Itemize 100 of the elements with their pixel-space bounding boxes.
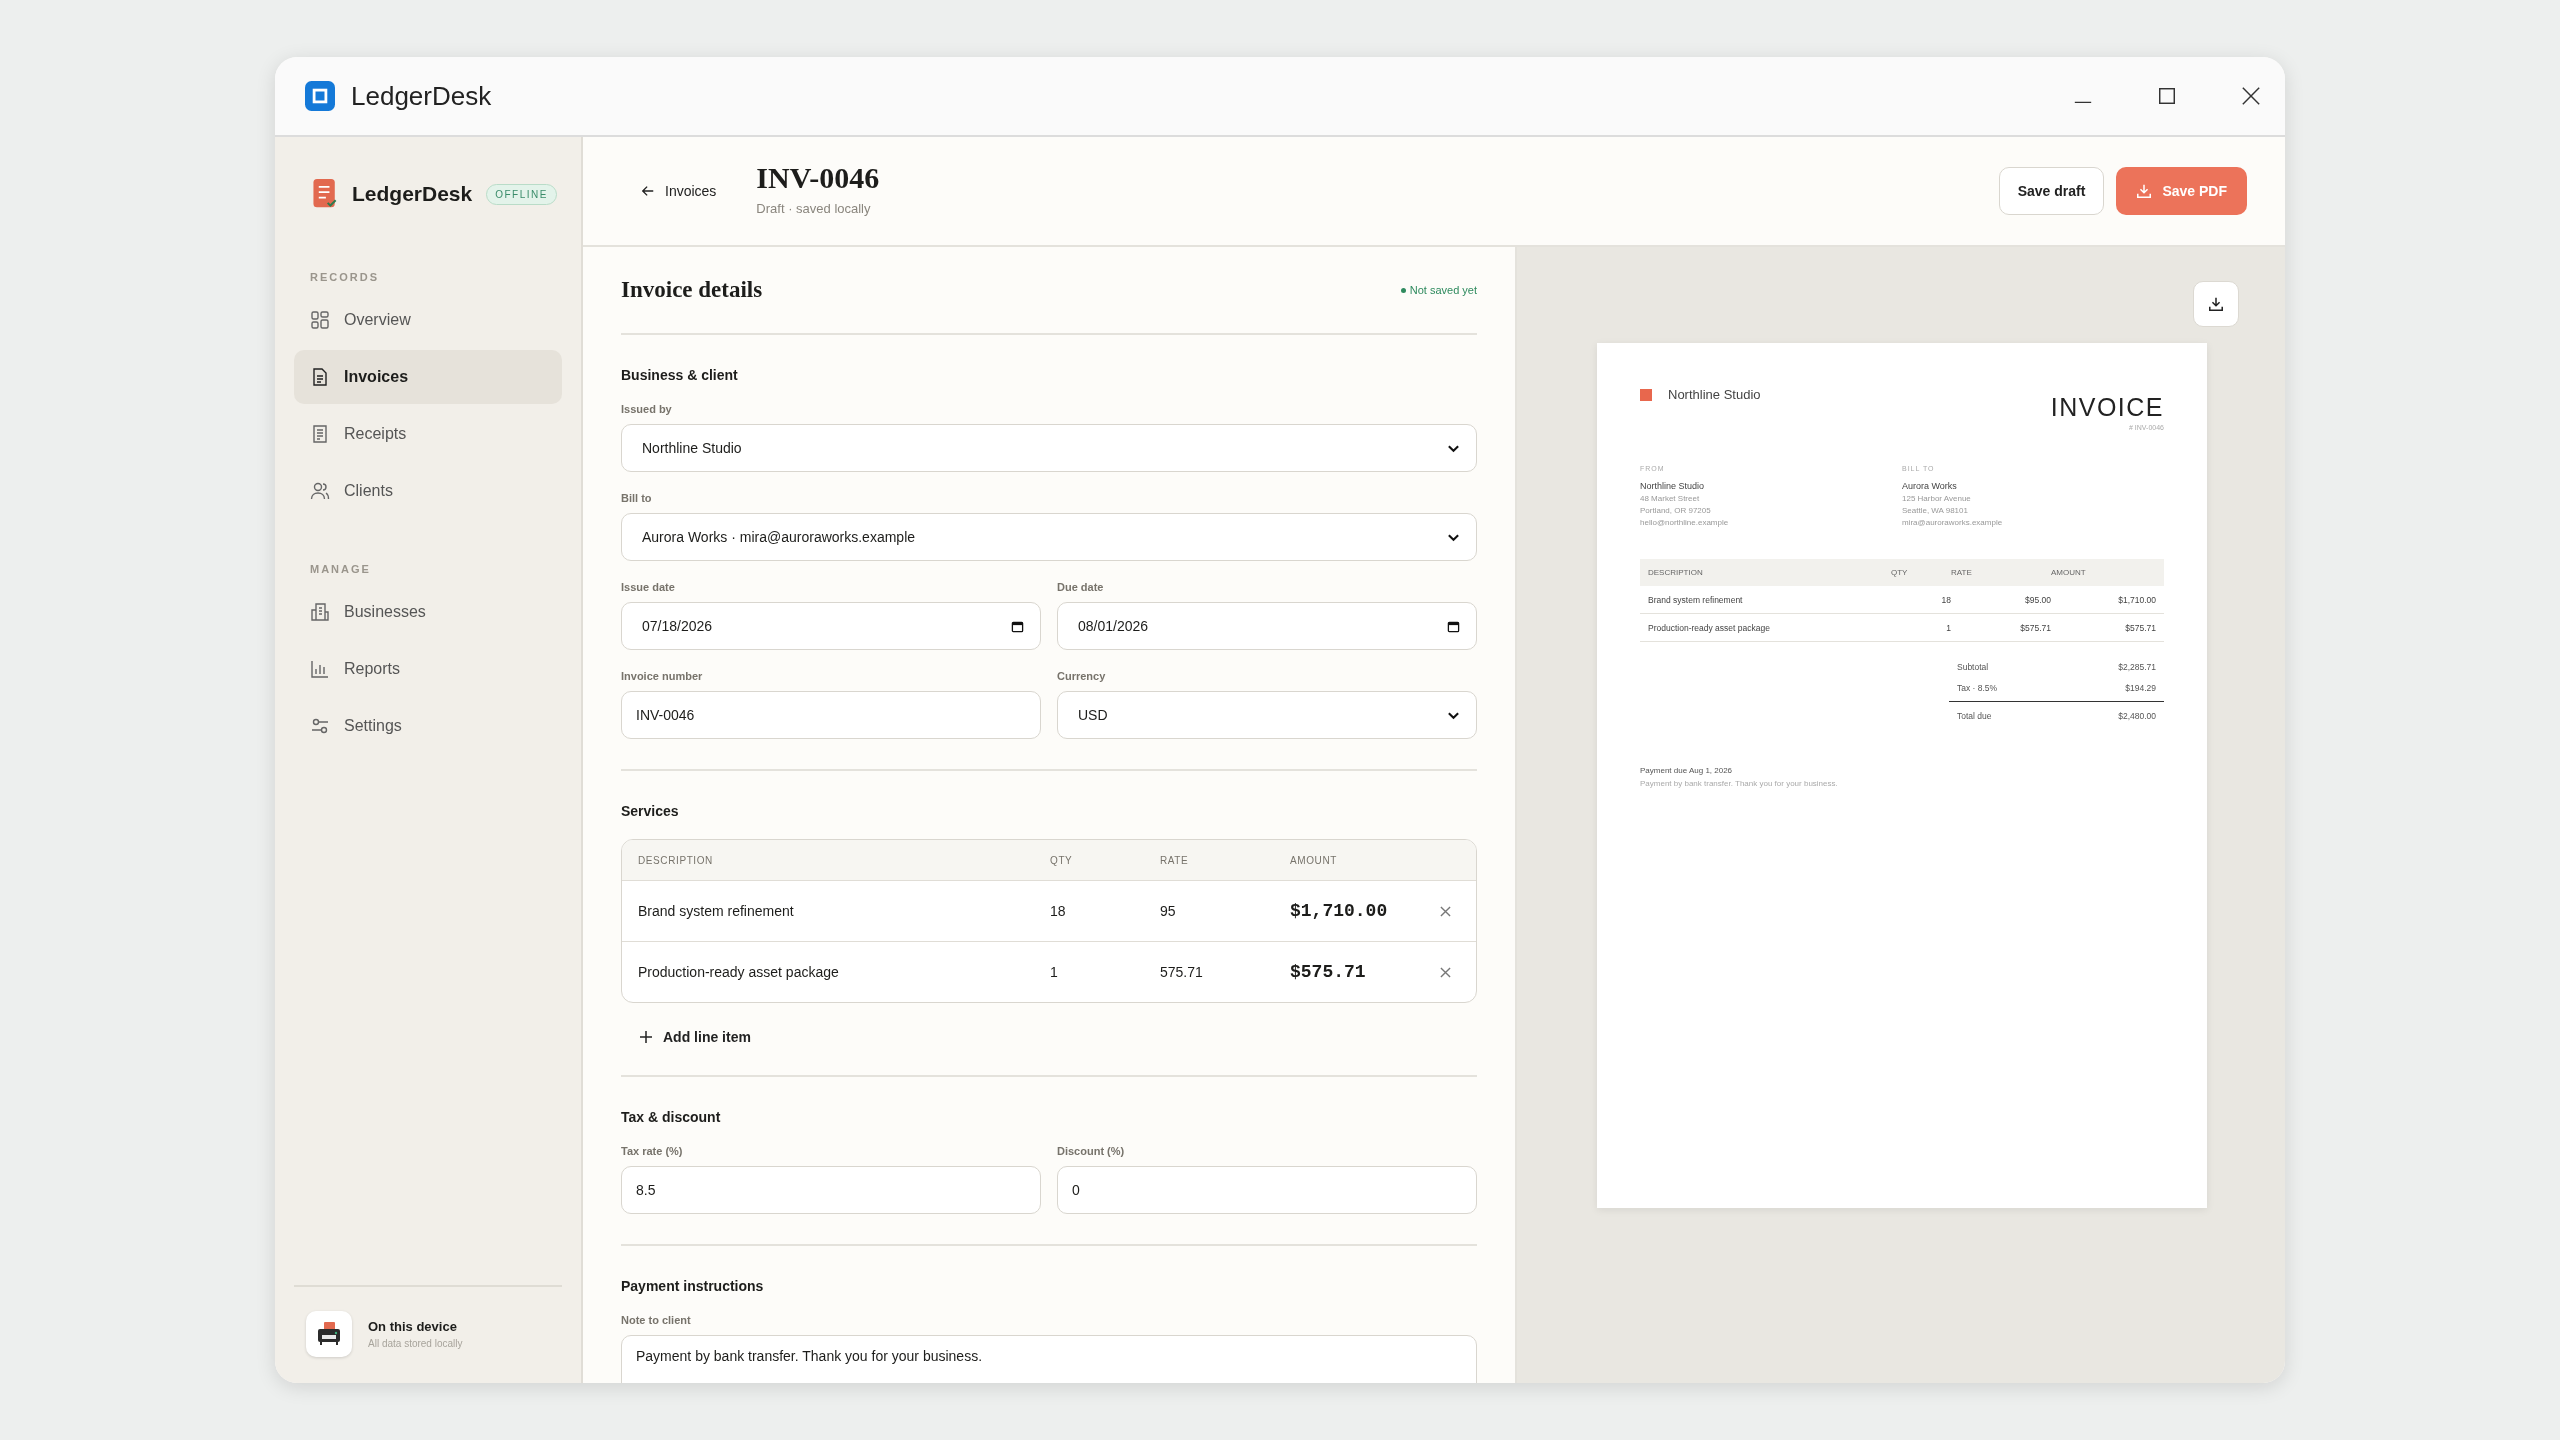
app-icon bbox=[305, 81, 335, 111]
plus-icon bbox=[639, 1030, 653, 1044]
calendar-icon bbox=[1447, 619, 1460, 633]
section-heading: MANAGE bbox=[309, 563, 372, 575]
table-cell-text: 18 bbox=[1940, 594, 1951, 605]
input-field[interactable]: INV-0046 bbox=[621, 691, 1041, 739]
address-line: Seattle, WA 98101 bbox=[1902, 506, 1969, 515]
sidebar-item[interactable]: Clients bbox=[294, 464, 562, 518]
field-label: Bill to bbox=[621, 492, 653, 504]
column-header: DESCRIPTION bbox=[1648, 568, 1704, 577]
column-header: QTY bbox=[1891, 568, 1909, 577]
table-cell-text: $575.71 bbox=[2019, 622, 2051, 633]
device-title: On this device bbox=[368, 1319, 458, 1334]
calendar-icon bbox=[1011, 619, 1024, 633]
remove-icon[interactable] bbox=[1440, 905, 1451, 917]
close-icon[interactable] bbox=[2241, 86, 2261, 106]
building-icon bbox=[310, 602, 330, 622]
form-title: Invoice details bbox=[621, 277, 763, 303]
address-line: hello@northline.example bbox=[1640, 518, 1730, 527]
address-line: 48 Market Street bbox=[1640, 494, 1701, 503]
total-value: $194.29 bbox=[2125, 682, 2156, 693]
total-label: Subtotal bbox=[1957, 661, 1989, 672]
column-header: RATE bbox=[1951, 568, 1973, 577]
printer-icon bbox=[306, 1311, 352, 1357]
add-line-button[interactable]: Add line item bbox=[639, 1029, 751, 1045]
page-subtitle: Draft · saved locally bbox=[756, 200, 872, 216]
status-dot-icon bbox=[1400, 287, 1406, 293]
document-icon bbox=[310, 367, 330, 387]
input-field[interactable]: 0 bbox=[1057, 1166, 1477, 1214]
logo-icon bbox=[1640, 388, 1652, 401]
bar-chart-icon bbox=[310, 659, 330, 679]
table-cell-text: 95 bbox=[1160, 903, 1177, 919]
sidebar-item[interactable]: Businesses bbox=[294, 585, 562, 639]
table-cell-text: $1,710.00 bbox=[2117, 594, 2156, 605]
column-header: RATE bbox=[1160, 854, 1190, 866]
sidebar-item[interactable]: Settings bbox=[294, 699, 562, 753]
total-value: $2,285.71 bbox=[2118, 661, 2156, 672]
table-cell-text: 1 bbox=[1050, 964, 1059, 980]
table-cell-text: Brand system refinement bbox=[638, 903, 795, 919]
input-field[interactable]: 8.5 bbox=[621, 1166, 1041, 1214]
field-label: Issued by bbox=[621, 403, 673, 415]
grid-icon bbox=[310, 310, 330, 330]
table-cell-text: 1 bbox=[1945, 622, 1951, 633]
column-header: AMOUNT bbox=[1290, 854, 1338, 866]
sidebar-item[interactable]: Overview bbox=[294, 293, 562, 347]
remove-icon[interactable] bbox=[1440, 966, 1451, 978]
column-header: AMOUNT bbox=[2051, 568, 2087, 577]
table-cell-text: $575.71 bbox=[1290, 962, 1367, 982]
table-cell-text: 18 bbox=[1050, 903, 1067, 919]
sliders-icon bbox=[310, 716, 330, 736]
party-name: Aurora Works bbox=[1902, 481, 1958, 491]
date-field[interactable]: 08/01/2026 bbox=[1057, 602, 1477, 650]
column-header: DESCRIPTION bbox=[638, 854, 714, 866]
select-field[interactable]: Aurora Works · mira@auroraworks.example bbox=[621, 513, 1477, 561]
date-field[interactable]: 07/18/2026 bbox=[621, 602, 1041, 650]
maximize-icon[interactable] bbox=[2157, 86, 2177, 106]
total-label: Tax · 8.5% bbox=[1957, 682, 1998, 693]
business-name: Northline Studio bbox=[1668, 387, 1761, 402]
sidebar-item[interactable]: Invoices bbox=[294, 350, 562, 404]
offline-badge: OFFLINE bbox=[486, 183, 557, 205]
page-title: INV-0046 bbox=[756, 160, 880, 195]
payment-note: Payment by bank transfer. Thank you for your business. bbox=[1640, 779, 1839, 788]
table-cell-text: Production-ready asset package bbox=[1648, 622, 1771, 633]
users-icon bbox=[310, 481, 330, 501]
download-icon bbox=[2208, 296, 2224, 312]
select-field[interactable]: USD bbox=[1057, 691, 1477, 739]
total-value: $2,480.00 bbox=[2118, 711, 2156, 721]
table-cell-text: 575.71 bbox=[1160, 964, 1204, 980]
table-cell-text: Production-ready asset package bbox=[638, 964, 840, 980]
download-button[interactable] bbox=[2193, 281, 2239, 327]
party-name: Northline Studio bbox=[1640, 481, 1706, 491]
note-field[interactable]: Payment by bank transfer. Thank you for your business. bbox=[621, 1335, 1477, 1383]
address-line: mira@auroraworks.example bbox=[1902, 518, 2004, 527]
receipt-icon bbox=[310, 424, 330, 444]
sidebar-item[interactable]: Reports bbox=[294, 642, 562, 696]
table-cell-text: $1,710.00 bbox=[1290, 901, 1389, 921]
section-title: Business & client bbox=[621, 367, 739, 383]
device-subtitle: All data stored locally bbox=[368, 1338, 463, 1349]
field-label: Note to client bbox=[621, 1314, 692, 1326]
select-field[interactable]: Northline Studio bbox=[621, 424, 1477, 472]
save-draft-button[interactable]: Save draft bbox=[1998, 167, 2105, 215]
table-cell-text: $575.71 bbox=[2124, 622, 2156, 633]
table-cell-text: Brand system refinement bbox=[1648, 594, 1744, 605]
section-title: Services bbox=[621, 803, 680, 819]
download-icon bbox=[2136, 183, 2153, 199]
field-label: Invoice number bbox=[621, 670, 704, 682]
sidebar-item[interactable]: Receipts bbox=[294, 407, 562, 461]
invoice-heading: INVOICE bbox=[2050, 393, 2164, 422]
field-label: Currency bbox=[1057, 670, 1107, 682]
document-icon bbox=[312, 178, 338, 210]
arrow-left-icon bbox=[641, 184, 655, 198]
section-title: Tax & discount bbox=[621, 1109, 722, 1125]
table-cell-text: $95.00 bbox=[2024, 594, 2051, 605]
field-label: Tax rate (%) bbox=[621, 1145, 684, 1157]
brand-name: LedgerDesk bbox=[352, 182, 473, 206]
section-title: Payment instructions bbox=[621, 1278, 765, 1294]
window-title: LedgerDesk bbox=[351, 80, 492, 112]
field-label: Issue date bbox=[621, 581, 676, 593]
save-status: Not saved yet bbox=[1409, 284, 1477, 296]
back-link[interactable]: Invoices bbox=[641, 183, 717, 199]
